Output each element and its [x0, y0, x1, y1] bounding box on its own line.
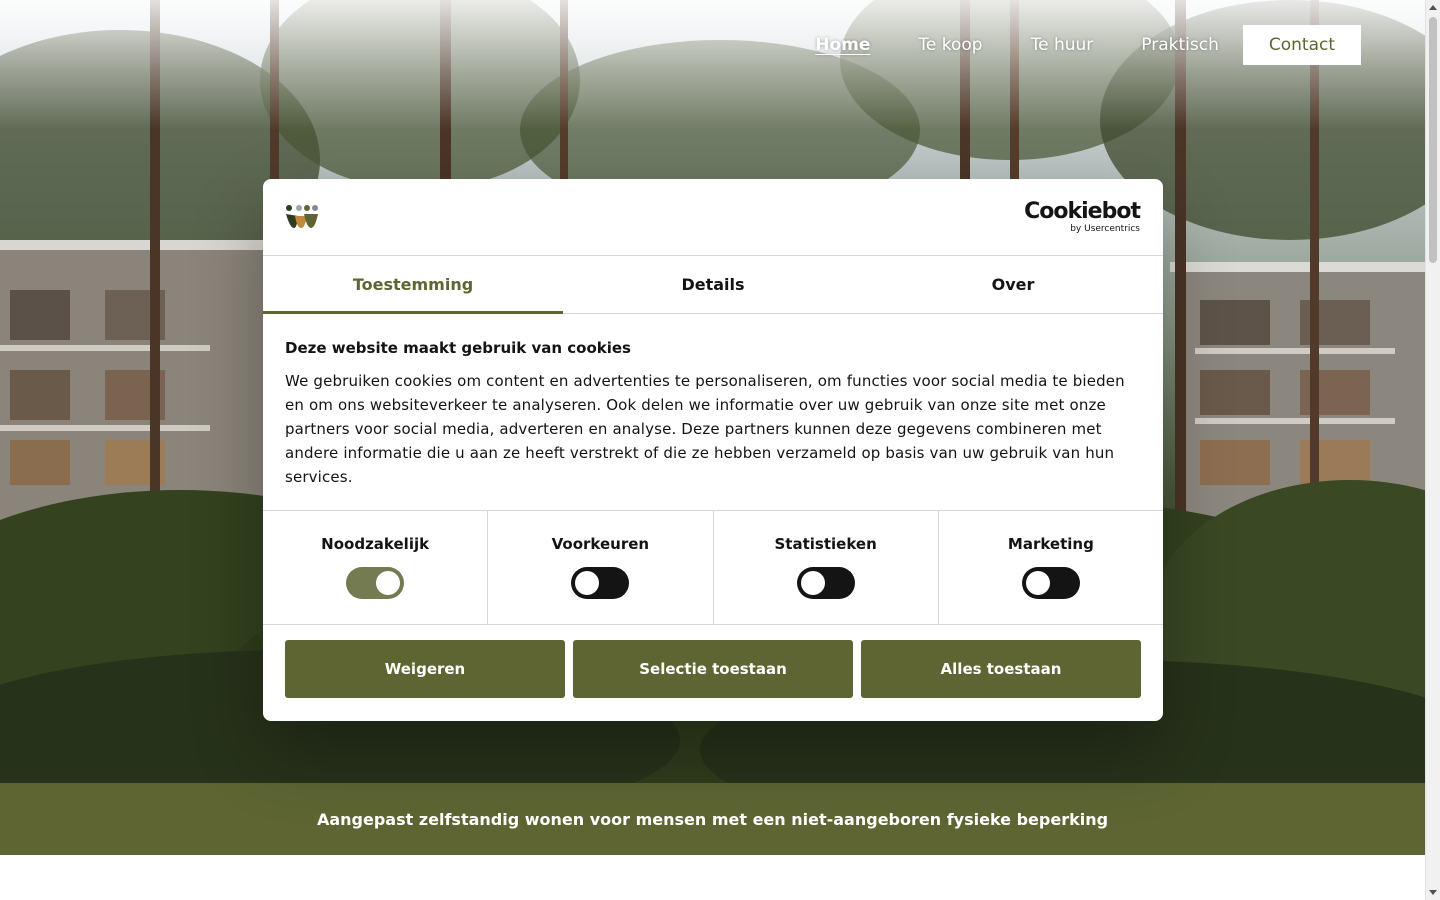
cookiebot-logo-name: Cookiebot	[1024, 199, 1141, 224]
allow-selection-button[interactable]: Selectie toestaan	[573, 640, 853, 698]
toggle-switch-preferences[interactable]	[571, 567, 630, 599]
tab-details[interactable]: Details	[563, 256, 863, 313]
scroll-up-arrow-icon[interactable]	[1429, 5, 1437, 10]
main-nav: Home Te koop Te huur Praktisch Contact	[767, 25, 1361, 65]
nav-item-praktisch[interactable]: Praktisch	[1141, 25, 1219, 65]
cookie-consent-dialog: Cookiebot by Usercentrics Toestemming De…	[263, 179, 1163, 721]
cookiebot-logo[interactable]: Cookiebot by Usercentrics	[1024, 199, 1141, 235]
toggle-knob	[800, 571, 825, 595]
cookiebot-logo-subtitle: by Usercentrics	[1070, 224, 1140, 234]
consent-toggles: Noodzakelijk Voorkeuren Statistieken Mar…	[263, 510, 1163, 625]
site-logo-icon	[286, 205, 318, 228]
tagline-bar: Aangepast zelfstandig wonen voor mensen …	[0, 783, 1425, 855]
page-scrollbar[interactable]	[1425, 0, 1440, 900]
toggle-switch-marketing[interactable]	[1021, 567, 1080, 599]
page: Home Te koop Te huur Praktisch Contact A…	[0, 0, 1425, 900]
dialog-title: Deze website maakt gebruik van cookies	[285, 339, 631, 357]
tab-toestemming[interactable]: Toestemming	[263, 256, 563, 314]
tagline-text: Aangepast zelfstandig wonen voor mensen …	[316, 809, 1109, 829]
toggle-knob	[376, 571, 401, 595]
hero-top-fade	[0, 0, 1425, 130]
dialog-tabs: Toestemming Details Over	[263, 256, 1163, 314]
toggle-label-necessary: Noodzakelijk	[321, 535, 430, 553]
toggle-knob	[575, 571, 600, 595]
scrollbar-thumb[interactable]	[1429, 17, 1437, 263]
toggle-cell-statistics: Statistieken	[714, 511, 939, 624]
nav-contact-button[interactable]: Contact	[1242, 25, 1361, 65]
nav-item-home[interactable]: Home	[815, 25, 870, 65]
nav-item-te-huur[interactable]: Te huur	[1031, 25, 1094, 65]
toggle-cell-necessary: Noodzakelijk	[263, 511, 489, 624]
allow-all-button[interactable]: Alles toestaan	[861, 640, 1141, 698]
dialog-body: Deze website maakt gebruik van cookies W…	[285, 339, 1141, 489]
dialog-buttons: Weigeren Selectie toestaan Alles toestaa…	[285, 640, 1141, 698]
toggle-switch-necessary[interactable]	[346, 567, 405, 599]
decline-button[interactable]: Weigeren	[285, 640, 565, 698]
toggle-switch-statistics[interactable]	[796, 567, 855, 599]
toggle-knob	[1025, 571, 1050, 595]
scroll-down-arrow-icon[interactable]	[1429, 890, 1437, 895]
toggle-label-statistics: Statistieken	[774, 535, 877, 553]
nav-item-te-koop[interactable]: Te koop	[918, 25, 982, 65]
dialog-header: Cookiebot by Usercentrics	[263, 179, 1163, 256]
dialog-description: We gebruiken cookies om content en adver…	[285, 372, 1125, 486]
toggle-label-marketing: Marketing	[1007, 535, 1094, 553]
toggle-label-preferences: Voorkeuren	[551, 535, 650, 553]
toggle-cell-marketing: Marketing	[939, 511, 1163, 624]
tab-over[interactable]: Over	[863, 256, 1163, 313]
toggle-cell-preferences: Voorkeuren	[488, 511, 714, 624]
